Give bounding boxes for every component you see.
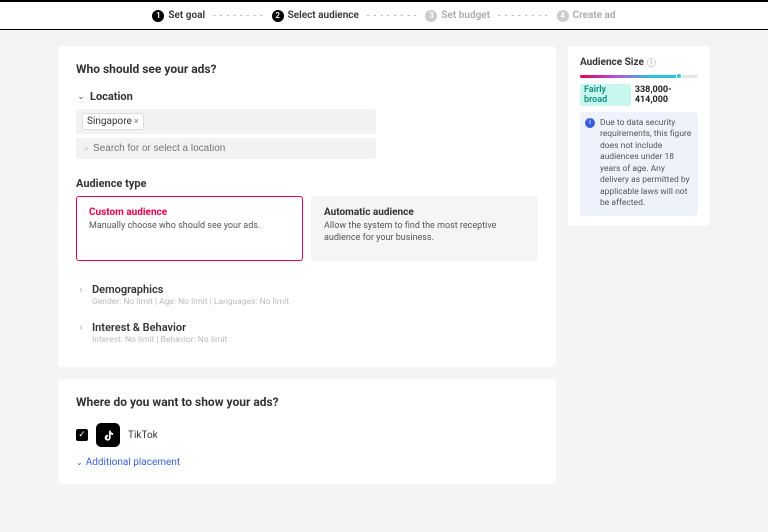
placement-tiktok-row[interactable]: ✓ TikTok — [76, 423, 538, 447]
step-separator: - - - - - - - - — [367, 11, 418, 21]
audience-size-notice: i Due to data security requirements, thi… — [580, 112, 698, 216]
demographics-accordion[interactable]: › Demographics Gender: No limit | Age: N… — [76, 275, 538, 313]
step-separator: - - - - - - - - — [498, 11, 549, 21]
step-label: Set goal — [168, 10, 205, 21]
search-icon: ⌕ — [84, 144, 89, 154]
step-create-ad[interactable]: 4 Create ad — [557, 10, 616, 22]
interest-behavior-accordion[interactable]: › Interest & Behavior Interest: No limit… — [76, 313, 538, 351]
additional-placement-label: Additional placement — [86, 457, 180, 468]
chevron-down-icon: ⌄ — [76, 92, 86, 102]
custom-audience-title: Custom audience — [89, 207, 290, 218]
wizard-steps-bar: 1 Set goal - - - - - - - - 2 Select audi… — [0, 0, 768, 30]
notice-text: Due to data security requirements, this … — [600, 118, 691, 208]
location-section-header[interactable]: ⌄ Location — [76, 90, 538, 103]
step-label: Select audience — [288, 10, 359, 21]
audience-card: Who should see your ads? ⌄ Location Sing… — [58, 46, 556, 367]
location-search-input[interactable] — [93, 143, 368, 154]
chevron-right-icon: › — [76, 285, 86, 295]
location-search[interactable]: ⌕ — [76, 138, 376, 159]
location-chip-row: Singapore × — [76, 109, 376, 134]
placement-tiktok-label: TikTok — [128, 430, 158, 441]
automatic-audience-card[interactable]: Automatic audience Allow the system to f… — [311, 196, 538, 261]
step-number-4: 4 — [557, 10, 569, 22]
chevron-right-icon: › — [76, 323, 86, 333]
checkbox-checked-icon[interactable]: ✓ — [76, 429, 88, 441]
placement-title: Where do you want to show your ads? — [76, 395, 538, 409]
audience-size-badge: Fairly broad — [580, 84, 631, 106]
tiktok-logo-icon — [96, 423, 120, 447]
audience-size-thumb — [676, 73, 682, 79]
step-number-1: 1 — [152, 10, 164, 22]
step-set-goal[interactable]: 1 Set goal — [152, 10, 205, 22]
interest-sub: Interest: No limit | Behavior: No limit — [92, 335, 227, 345]
automatic-audience-title: Automatic audience — [324, 207, 525, 218]
chevron-down-icon: ⌄ — [76, 458, 83, 467]
custom-audience-card[interactable]: Custom audience Manually choose who shou… — [76, 196, 303, 261]
custom-audience-desc: Manually choose who should see your ads. — [89, 221, 290, 233]
chip-label: Singapore — [87, 116, 132, 127]
demographics-head: Demographics — [92, 283, 289, 296]
info-icon[interactable]: ⓘ — [647, 56, 656, 69]
automatic-audience-desc: Allow the system to find the most recept… — [324, 221, 525, 244]
info-icon: i — [585, 118, 595, 128]
audience-size-bar — [580, 75, 698, 78]
step-set-budget[interactable]: 3 Set budget — [425, 10, 490, 22]
audience-type-label: Audience type — [76, 177, 538, 190]
interest-head: Interest & Behavior — [92, 321, 227, 334]
audience-size-range: 338,000-414,000 — [635, 85, 698, 105]
location-label: Location — [90, 90, 133, 103]
demographics-sub: Gender: No limit | Age: No limit | Langu… — [92, 297, 289, 307]
placement-card: Where do you want to show your ads? ✓ Ti… — [58, 379, 556, 484]
step-select-audience[interactable]: 2 Select audience — [272, 10, 359, 22]
step-number-3: 3 — [425, 10, 437, 22]
location-chip-singapore[interactable]: Singapore × — [82, 113, 144, 130]
audience-size-panel: Audience Size ⓘ Fairly broad 338,000-414… — [568, 46, 710, 226]
step-separator: - - - - - - - - — [213, 11, 264, 21]
audience-title: Who should see your ads? — [76, 62, 538, 76]
step-number-2: 2 — [272, 10, 284, 22]
step-label: Create ad — [573, 10, 616, 21]
audience-size-title: Audience Size — [580, 57, 644, 68]
additional-placement-link[interactable]: ⌄ Additional placement — [76, 457, 180, 468]
close-icon[interactable]: × — [134, 117, 139, 127]
step-label: Set budget — [441, 10, 490, 21]
